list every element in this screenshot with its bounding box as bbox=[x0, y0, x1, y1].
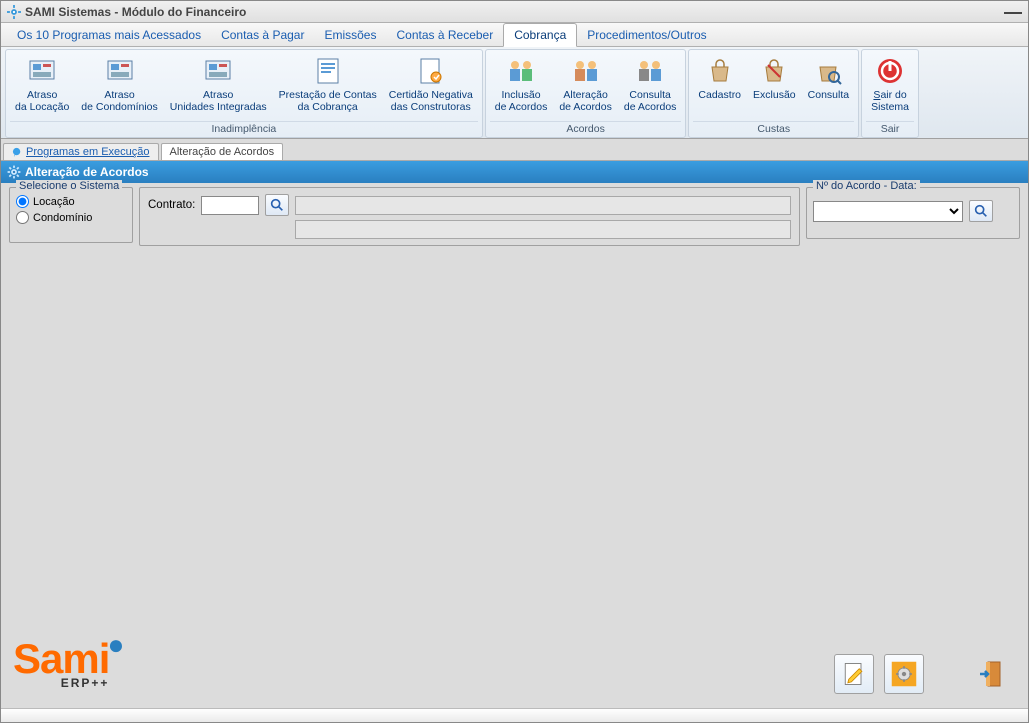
groupbox-contrato: Contrato: Contrato: bbox=[139, 187, 800, 246]
radio-input[interactable] bbox=[16, 211, 29, 224]
ribbon-group-label: Custas bbox=[693, 121, 854, 137]
ribbon-btn-consulta[interactable]: Consulta bbox=[803, 52, 854, 104]
menu-item-procedimentos[interactable]: Procedimentos/Outros bbox=[577, 23, 716, 46]
ribbon-btn-inclusao-acordos[interactable]: Inclusãode Acordos bbox=[490, 52, 553, 116]
contrato-display-1 bbox=[295, 196, 791, 215]
ribbon: Atrasoda Locação Atrasode Condomínios At… bbox=[1, 47, 1028, 139]
groupbox-legend: Nº do Acordo - Data: bbox=[813, 180, 920, 192]
groupbox-acordo: Nº do Acordo - Data: bbox=[806, 187, 1020, 239]
settings-button[interactable] bbox=[884, 654, 924, 694]
menu-bar: Os 10 Programas mais Acessados Contas à … bbox=[1, 23, 1028, 47]
edit-icon bbox=[840, 660, 868, 688]
search-icon bbox=[269, 197, 285, 213]
page-title: Alteração de Acordos bbox=[25, 165, 149, 179]
ribbon-btn-cadastro[interactable]: Cadastro bbox=[693, 52, 746, 104]
ribbon-btn-certidao-negativa[interactable]: Certidão Negativadas Construtoras bbox=[384, 52, 478, 116]
menu-item-contas-pagar[interactable]: Contas à Pagar bbox=[211, 23, 314, 46]
tab-label: Programas em Execução bbox=[26, 146, 150, 158]
radio-label: Condomínio bbox=[33, 212, 92, 224]
window-title: SAMI Sistemas - Módulo do Financeiro bbox=[25, 5, 1004, 19]
ribbon-group-inadimplencia: Atrasoda Locação Atrasode Condomínios At… bbox=[5, 49, 483, 138]
ribbon-btn-sair[interactable]: Sair doSistema bbox=[866, 52, 914, 116]
contrato-input[interactable] bbox=[201, 196, 259, 215]
exit-button[interactable] bbox=[972, 654, 1012, 694]
report-icon bbox=[26, 55, 58, 87]
radio-locacao[interactable]: Locação bbox=[16, 195, 126, 208]
menu-item-contas-receber[interactable]: Contas à Receber bbox=[386, 23, 503, 46]
menu-item-emissoes[interactable]: Emissões bbox=[314, 23, 386, 46]
ribbon-group-label: Acordos bbox=[490, 121, 682, 137]
acordo-combo[interactable] bbox=[813, 201, 963, 222]
status-bar bbox=[1, 708, 1028, 722]
report2-icon bbox=[312, 55, 344, 87]
groupbox-sistema: Selecione o Sistema Locação Condomínio bbox=[9, 187, 133, 243]
ribbon-btn-atraso-unidades[interactable]: AtrasoUnidades Integradas bbox=[165, 52, 272, 116]
door-exit-icon bbox=[976, 658, 1008, 690]
app-window: SAMI Sistemas - Módulo do Financeiro Os … bbox=[0, 0, 1029, 723]
bag-icon bbox=[758, 55, 790, 87]
report-icon bbox=[202, 55, 234, 87]
form-area: Selecione o Sistema Locação Condomínio C… bbox=[1, 183, 1028, 250]
power-icon bbox=[874, 55, 906, 87]
certificate-icon bbox=[415, 55, 447, 87]
ribbon-group-sair: Sair doSistema Sair bbox=[861, 49, 919, 138]
radio-input[interactable] bbox=[16, 195, 29, 208]
ribbon-btn-consulta-acordos[interactable]: Consultade Acordos bbox=[619, 52, 682, 116]
bubble-icon bbox=[12, 147, 23, 158]
ribbon-group-label: Sair bbox=[866, 121, 914, 137]
content-area: Sami● ERP++ bbox=[1, 250, 1028, 708]
ribbon-group-label: Inadimplência bbox=[10, 121, 478, 137]
menu-item-acessados[interactable]: Os 10 Programas mais Acessados bbox=[7, 23, 211, 46]
search-icon bbox=[973, 203, 989, 219]
gear-icon bbox=[7, 165, 21, 179]
contrato-label: Contrato: bbox=[148, 199, 195, 211]
radio-label: Locação bbox=[33, 196, 75, 208]
bag-icon bbox=[704, 55, 736, 87]
ribbon-btn-atraso-condominios[interactable]: Atrasode Condomínios bbox=[76, 52, 162, 116]
groupbox-legend: Selecione o Sistema bbox=[16, 180, 122, 192]
contrato-search-button[interactable] bbox=[265, 194, 289, 216]
radio-condominio[interactable]: Condomínio bbox=[16, 211, 126, 224]
gear-icon bbox=[890, 660, 918, 688]
menu-item-cobranca[interactable]: Cobrança bbox=[503, 23, 577, 47]
logo-text: Sami● bbox=[13, 638, 109, 680]
title-bar: SAMI Sistemas - Módulo do Financeiro bbox=[1, 1, 1028, 23]
ribbon-btn-prestacao-contas[interactable]: Prestação de Contasda Cobrança bbox=[274, 52, 382, 116]
people-icon bbox=[634, 55, 666, 87]
ribbon-btn-atraso-locacao[interactable]: Atrasoda Locação bbox=[10, 52, 74, 116]
bottom-toolbar bbox=[834, 654, 1012, 694]
contrato-display-2 bbox=[295, 220, 791, 239]
logo: Sami● ERP++ bbox=[13, 638, 109, 690]
ribbon-group-acordos: Inclusãode Acordos Alteraçãode Acordos C… bbox=[485, 49, 687, 138]
app-icon bbox=[7, 5, 21, 19]
ribbon-btn-alteracao-acordos[interactable]: Alteraçãode Acordos bbox=[554, 52, 617, 116]
people-icon bbox=[570, 55, 602, 87]
tab-label: Alteração de Acordos bbox=[170, 146, 275, 158]
acordo-search-button[interactable] bbox=[969, 200, 993, 222]
document-tab-strip: Programas em Execução Alteração de Acord… bbox=[1, 139, 1028, 161]
tab-programas-execucao[interactable]: Programas em Execução bbox=[3, 143, 159, 160]
ribbon-group-custas: Cadastro Exclusão Consulta Custas bbox=[688, 49, 859, 138]
bag-icon bbox=[812, 55, 844, 87]
minimize-button[interactable] bbox=[1004, 10, 1022, 14]
edit-button[interactable] bbox=[834, 654, 874, 694]
report-icon bbox=[104, 55, 136, 87]
ribbon-btn-exclusao[interactable]: Exclusão bbox=[748, 52, 801, 104]
tab-alteracao-acordos[interactable]: Alteração de Acordos bbox=[161, 143, 284, 160]
people-icon bbox=[505, 55, 537, 87]
